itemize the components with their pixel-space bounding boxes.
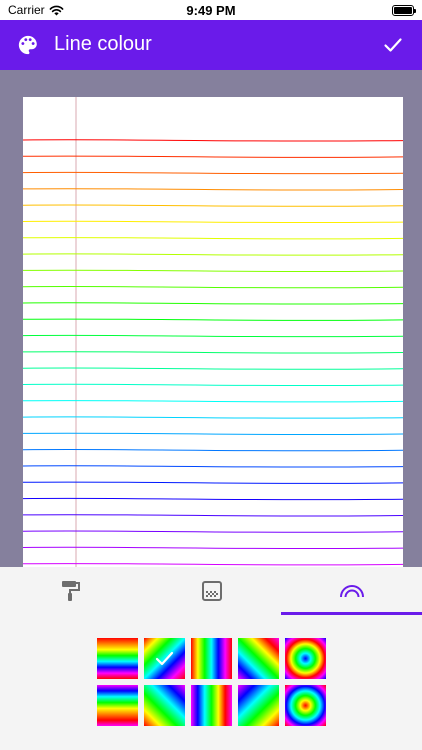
- app-bar: Line colour: [0, 20, 422, 70]
- ruled-line: [23, 514, 403, 517]
- ruled-line: [23, 334, 403, 338]
- ruled-line: [23, 367, 403, 370]
- paint-roller-icon: [61, 581, 80, 601]
- swatch-vertical-rainbow[interactable]: [191, 638, 232, 679]
- ruled-line: [23, 481, 403, 484]
- ruled-line: [23, 448, 403, 452]
- status-time: 9:49 PM: [186, 3, 236, 18]
- swatch-diagonal-rainbow-alt[interactable]: [144, 685, 185, 726]
- ruled-line: [23, 497, 403, 501]
- ruled-line: [23, 220, 403, 224]
- swatch-diagonal-rainbow-alt-reverse[interactable]: [238, 685, 279, 726]
- ruled-line: [23, 253, 403, 256]
- ruled-line: [23, 563, 403, 566]
- ruled-line: [23, 269, 403, 273]
- swatch-horizontal-rainbow[interactable]: [97, 638, 138, 679]
- ruled-line: [23, 318, 403, 321]
- ruled-line: [23, 432, 403, 436]
- page-title: Line colour: [54, 33, 152, 55]
- status-bar: Carrier 9:49 PM: [0, 0, 422, 20]
- battery-icon: [392, 5, 416, 16]
- ruled-lines: [23, 97, 403, 567]
- swatch-horizontal-rainbow-reverse[interactable]: [97, 685, 138, 726]
- selected-check-icon: [155, 651, 174, 666]
- texture-icon: [201, 581, 222, 601]
- ruled-line: [23, 285, 403, 289]
- palette-icon[interactable]: [17, 34, 39, 56]
- swatch-radial-rainbow[interactable]: [285, 638, 326, 679]
- ruled-line: [23, 400, 403, 403]
- ruled-line: [23, 204, 403, 207]
- tab-bar: [0, 567, 422, 615]
- ruled-line: [23, 155, 403, 158]
- ruled-line: [23, 139, 403, 142]
- tab-paint[interactable]: [0, 567, 141, 615]
- ruled-line: [23, 546, 403, 550]
- swatch-diagonal-rainbow-reverse[interactable]: [238, 638, 279, 679]
- ruled-line: [23, 383, 403, 387]
- tab-rainbow[interactable]: [281, 567, 422, 615]
- swatch-grid: [0, 615, 422, 750]
- swatch-vertical-rainbow-reverse[interactable]: [191, 685, 232, 726]
- ruled-line: [23, 530, 403, 533]
- swatch-radial-rainbow-reverse[interactable]: [285, 685, 326, 726]
- lined-paper-preview: [23, 97, 403, 567]
- ruled-line: [23, 465, 403, 468]
- ruled-line: [23, 188, 403, 191]
- ruled-line: [23, 351, 403, 354]
- rainbow-icon: [339, 585, 364, 598]
- tab-texture[interactable]: [141, 567, 282, 615]
- swatch-diagonal-rainbow[interactable]: [144, 638, 185, 679]
- checkmark-icon[interactable]: [381, 33, 405, 57]
- ruled-line: [23, 302, 403, 305]
- ruled-line: [23, 237, 403, 240]
- ruled-line: [23, 171, 403, 175]
- ruled-line: [23, 416, 403, 419]
